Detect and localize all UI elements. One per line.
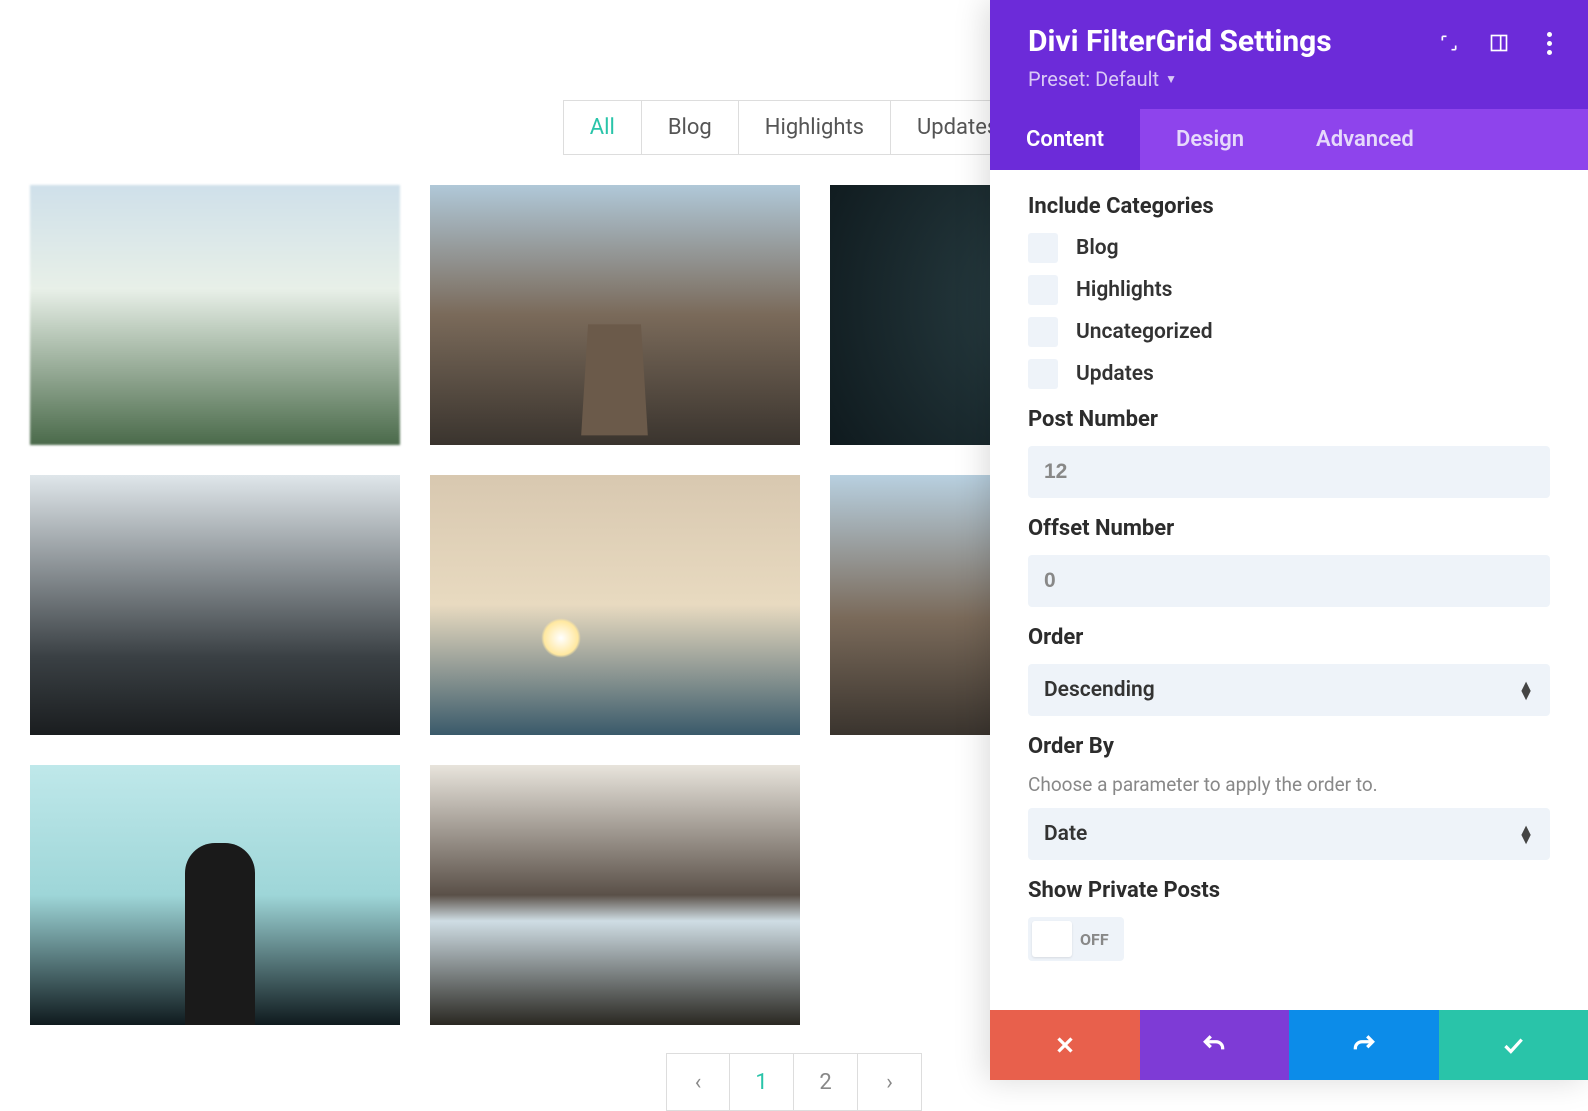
grid-item[interactable]	[430, 185, 800, 445]
checkbox-icon	[1028, 233, 1058, 263]
category-checkbox-highlights[interactable]: Highlights	[1028, 275, 1550, 305]
panel-footer	[990, 1010, 1588, 1080]
panel-header-actions	[1438, 24, 1560, 91]
order-label: Order	[1028, 625, 1550, 650]
show-private-toggle[interactable]: OFF	[1028, 917, 1124, 961]
check-icon	[1500, 1032, 1526, 1058]
preset-label: Preset: Default	[1028, 67, 1159, 91]
panel-title: Divi FilterGrid Settings	[1028, 24, 1332, 59]
close-icon	[1052, 1032, 1078, 1058]
grid-item[interactable]	[30, 185, 400, 445]
select-value: Date	[1044, 822, 1087, 846]
grid-item[interactable]	[430, 475, 800, 735]
filter-label: Highlights	[765, 115, 864, 140]
page-number: 2	[819, 1070, 831, 1095]
order-by-select[interactable]: Date ▲▼	[1028, 808, 1550, 860]
pagination-next[interactable]: ›	[858, 1053, 922, 1111]
tab-label: Content	[1026, 127, 1104, 152]
select-value: Descending	[1044, 678, 1155, 702]
order-select[interactable]: Descending ▲▼	[1028, 664, 1550, 716]
checkbox-label: Updates	[1076, 362, 1154, 386]
include-categories-label: Include Categories	[1028, 194, 1550, 219]
filter-label: Updates	[917, 115, 998, 140]
tab-design[interactable]: Design	[1140, 109, 1280, 170]
grid-item[interactable]	[30, 475, 400, 735]
chevron-left-icon: ‹	[695, 1070, 702, 1095]
undo-icon	[1201, 1032, 1227, 1058]
checkbox-icon	[1028, 359, 1058, 389]
panel-header: Divi FilterGrid Settings Preset: Default…	[990, 0, 1588, 109]
offset-number-label: Offset Number	[1028, 516, 1550, 541]
offset-number-input[interactable]	[1028, 555, 1550, 607]
toggle-state: OFF	[1080, 930, 1109, 949]
chevron-right-icon: ›	[886, 1070, 893, 1095]
cancel-button[interactable]	[990, 1010, 1140, 1080]
more-menu-icon[interactable]	[1538, 32, 1560, 54]
panel-body[interactable]: Include Categories Blog Highlights Uncat…	[990, 170, 1588, 1010]
checkbox-icon	[1028, 275, 1058, 305]
settings-panel: Divi FilterGrid Settings Preset: Default…	[990, 0, 1588, 1080]
sort-arrows-icon: ▲▼	[1518, 681, 1534, 699]
category-checkbox-uncategorized[interactable]: Uncategorized	[1028, 317, 1550, 347]
filter-label: All	[590, 115, 615, 140]
pagination-prev[interactable]: ‹	[666, 1053, 730, 1111]
preset-selector[interactable]: Preset: Default ▼	[1028, 67, 1332, 91]
filter-item-all[interactable]: All	[563, 100, 642, 155]
checkbox-icon	[1028, 317, 1058, 347]
grid-item[interactable]	[430, 765, 800, 1025]
panel-tabs: Content Design Advanced	[990, 109, 1588, 170]
post-number-input[interactable]	[1028, 446, 1550, 498]
sort-arrows-icon: ▲▼	[1518, 825, 1534, 843]
tab-label: Design	[1176, 127, 1244, 152]
save-button[interactable]	[1439, 1010, 1588, 1080]
redo-button[interactable]	[1289, 1010, 1439, 1080]
checkbox-label: Highlights	[1076, 278, 1172, 302]
caret-down-icon: ▼	[1165, 72, 1177, 86]
checkbox-label: Blog	[1076, 236, 1119, 260]
checkbox-label: Uncategorized	[1076, 320, 1213, 344]
order-by-hint: Choose a parameter to apply the order to…	[1028, 773, 1550, 796]
panel-dock-icon[interactable]	[1488, 32, 1510, 54]
order-by-label: Order By	[1028, 734, 1550, 759]
redo-icon	[1351, 1032, 1377, 1058]
filter-item-highlights[interactable]: Highlights	[739, 100, 891, 155]
category-checkbox-updates[interactable]: Updates	[1028, 359, 1550, 389]
page-number: 1	[755, 1070, 767, 1095]
show-private-label: Show Private Posts	[1028, 878, 1550, 903]
pagination-page-2[interactable]: 2	[794, 1053, 858, 1111]
tab-content[interactable]: Content	[990, 109, 1140, 170]
toggle-knob	[1032, 921, 1072, 957]
grid-item[interactable]	[30, 765, 400, 1025]
filter-item-blog[interactable]: Blog	[642, 100, 739, 155]
pagination-page-1[interactable]: 1	[730, 1053, 794, 1111]
undo-button[interactable]	[1140, 1010, 1290, 1080]
tab-advanced[interactable]: Advanced	[1280, 109, 1450, 170]
expand-icon[interactable]	[1438, 32, 1460, 54]
category-checkbox-blog[interactable]: Blog	[1028, 233, 1550, 263]
tab-label: Advanced	[1316, 127, 1414, 152]
filter-label: Blog	[668, 115, 712, 140]
post-number-label: Post Number	[1028, 407, 1550, 432]
